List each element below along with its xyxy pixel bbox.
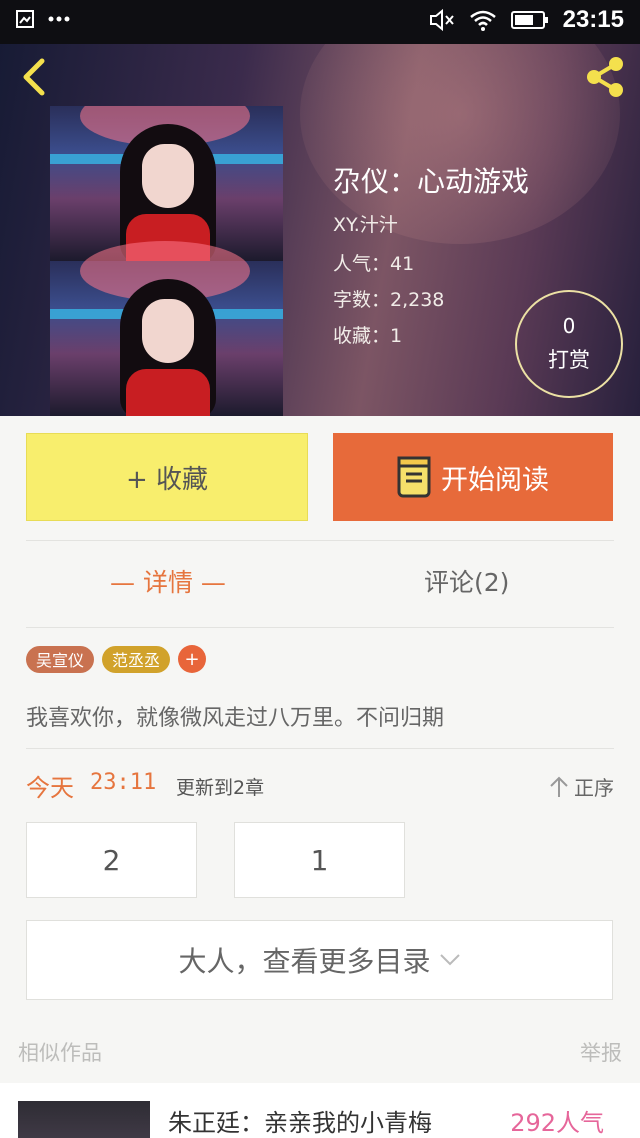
start-reading-button[interactable]: 开始阅读 (333, 433, 613, 521)
tab-comments[interactable]: 评论(2) (424, 563, 509, 599)
start-reading-label: 开始阅读 (441, 464, 549, 496)
book-favorites: 收藏：1 (333, 325, 403, 347)
book-cover (50, 106, 283, 416)
divider (26, 540, 614, 541)
divider (26, 748, 614, 749)
reward-count: 0 (562, 314, 576, 338)
mute-icon (429, 8, 454, 32)
more-dots-icon (48, 16, 70, 22)
book-header: 尕仪：心动游戏 XY.汁汁 人气：41 字数：2,238 收藏：1 0 打赏 (0, 44, 640, 416)
similar-work-title: 朱正廷：亲亲我的小青梅 (168, 1109, 432, 1137)
sort-order-label: 正序 (574, 776, 614, 800)
similar-work-popularity: 292人气 (510, 1109, 604, 1137)
wifi-icon (469, 10, 496, 31)
add-tag-button[interactable]: + (178, 645, 207, 673)
similar-work-thumbnail (18, 1101, 150, 1138)
reward-label: 打赏 (548, 348, 590, 372)
arrow-up-icon (550, 776, 568, 797)
update-info: 今天 23:11 更新到2章 正序 (26, 768, 614, 802)
clock: 23:15 (562, 6, 624, 33)
cover-photo-top (50, 106, 283, 264)
similar-work-item[interactable]: 朱正廷：亲亲我的小青梅 292人气 (0, 1083, 640, 1138)
book-icon (397, 456, 431, 498)
battery-icon (510, 11, 548, 29)
favorite-label: + 收藏 (125, 464, 209, 495)
share-icon[interactable] (582, 54, 628, 100)
cover-photo-bottom (50, 241, 283, 416)
gallery-icon (16, 10, 34, 28)
book-summary: 我喜欢你，就像微风走过八万里。不问归期 (26, 706, 445, 731)
tag-item[interactable]: 范丞丞 (102, 645, 171, 673)
book-popularity: 人气：41 (333, 253, 415, 275)
chapter-item[interactable]: 1 (234, 822, 405, 898)
chevron-down-icon (439, 954, 460, 966)
more-chapters-label: 大人，查看更多目录 (178, 945, 431, 978)
status-left (16, 10, 70, 28)
update-text: 更新到2章 (176, 777, 265, 799)
tag-list: 吴宣仪 范丞丞 + (26, 645, 207, 673)
report-link[interactable]: 举报 (580, 1037, 622, 1067)
divider (26, 627, 614, 628)
reward-button[interactable]: 0 打赏 (515, 290, 623, 398)
update-day: 今天 (26, 774, 74, 802)
book-title: 尕仪：心动游戏 (333, 165, 530, 198)
tab-details[interactable]: — 详情 — (110, 563, 226, 599)
update-time: 23:11 (90, 770, 157, 795)
status-bar: 23:15 (0, 0, 640, 44)
back-icon[interactable] (16, 56, 56, 96)
sort-order-button[interactable]: 正序 (548, 772, 614, 801)
favorite-button[interactable]: + 收藏 (26, 433, 308, 521)
similar-works-heading: 相似作品 (18, 1041, 102, 1065)
chapter-item[interactable]: 2 (26, 822, 197, 898)
status-right: 23:15 (429, 6, 624, 34)
book-author[interactable]: XY.汁汁 (333, 210, 398, 237)
more-chapters-button[interactable]: 大人，查看更多目录 (26, 920, 613, 1000)
tag-item[interactable]: 吴宣仪 (26, 645, 95, 673)
book-word-count: 字数：2,238 (333, 289, 445, 311)
